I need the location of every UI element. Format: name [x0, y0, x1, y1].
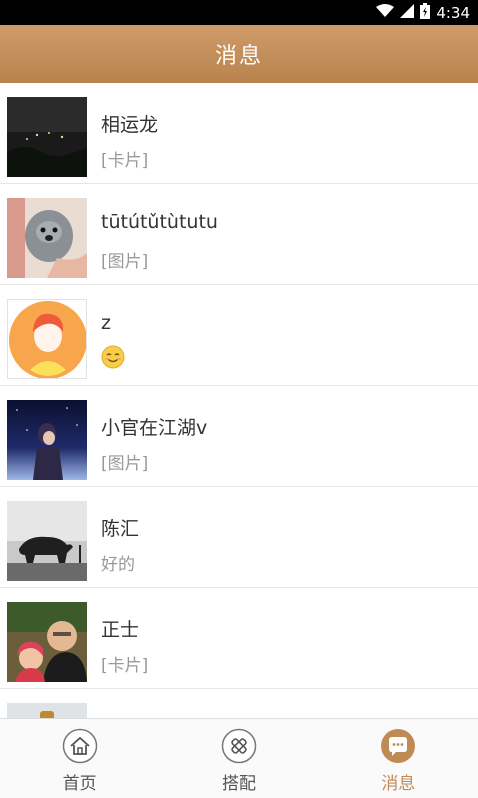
contact-name: tūtútǔtùtutu	[101, 211, 218, 233]
bear-photo	[7, 501, 87, 581]
default-person-avatar	[7, 299, 87, 379]
contact-name: 陈汇	[101, 518, 140, 540]
partial-avatar	[7, 703, 87, 718]
last-message: [图片]	[101, 454, 149, 474]
status-time: 4:34	[436, 3, 470, 22]
conversation-item[interactable]: 正士 [卡片]	[0, 588, 478, 689]
page-title: 消息	[214, 44, 263, 69]
tab-messages-label: 消息	[381, 774, 416, 794]
anime-night-illustration	[7, 400, 87, 480]
match-icon	[221, 728, 257, 764]
tab-messages[interactable]: 消息	[319, 719, 478, 798]
home-icon	[62, 728, 98, 764]
last-message: 好的	[101, 555, 135, 575]
tab-home-label: 首页	[62, 774, 97, 794]
conversation-item[interactable]: tūtútǔtùtutu [图片]	[0, 184, 478, 285]
contact-name: 相运龙	[101, 114, 159, 136]
smiley-emoji-icon	[101, 345, 125, 369]
tab-match[interactable]: 搭配	[159, 719, 318, 798]
contact-name: 小官在江湖v	[101, 417, 208, 439]
chat-icon	[380, 728, 416, 764]
last-message: [卡片]	[101, 656, 149, 676]
conversation-item[interactable]: 相运龙 [卡片]	[0, 83, 478, 184]
last-message: [图片]	[101, 252, 149, 272]
contact-name: 正士	[101, 619, 140, 641]
top-header: 消息	[0, 25, 478, 83]
bottom-tab-bar: 首页 搭配 消息	[0, 718, 478, 798]
wifi-icon	[376, 3, 395, 22]
last-message: [卡片]	[101, 151, 149, 171]
tab-match-label: 搭配	[221, 774, 256, 794]
conversation-item[interactable]: 小官在江湖v [图片]	[0, 386, 478, 487]
conversation-item[interactable]: 陈汇 好的	[0, 487, 478, 588]
conversation-item[interactable]: z	[0, 285, 478, 386]
night-city-photo	[7, 97, 87, 177]
contact-name: z	[101, 312, 111, 334]
puppy-photo	[7, 198, 87, 278]
signal-icon	[400, 3, 415, 22]
conversation-item-partial[interactable]	[0, 689, 478, 718]
tab-home[interactable]: 首页	[0, 719, 159, 798]
status-bar: 4:34	[0, 0, 478, 25]
battery-icon	[420, 2, 431, 23]
conversation-list: 相运龙 [卡片] tūtútǔtùtutu [图片] z 小官在江湖v [图片]…	[0, 83, 478, 718]
family-photo	[7, 602, 87, 682]
